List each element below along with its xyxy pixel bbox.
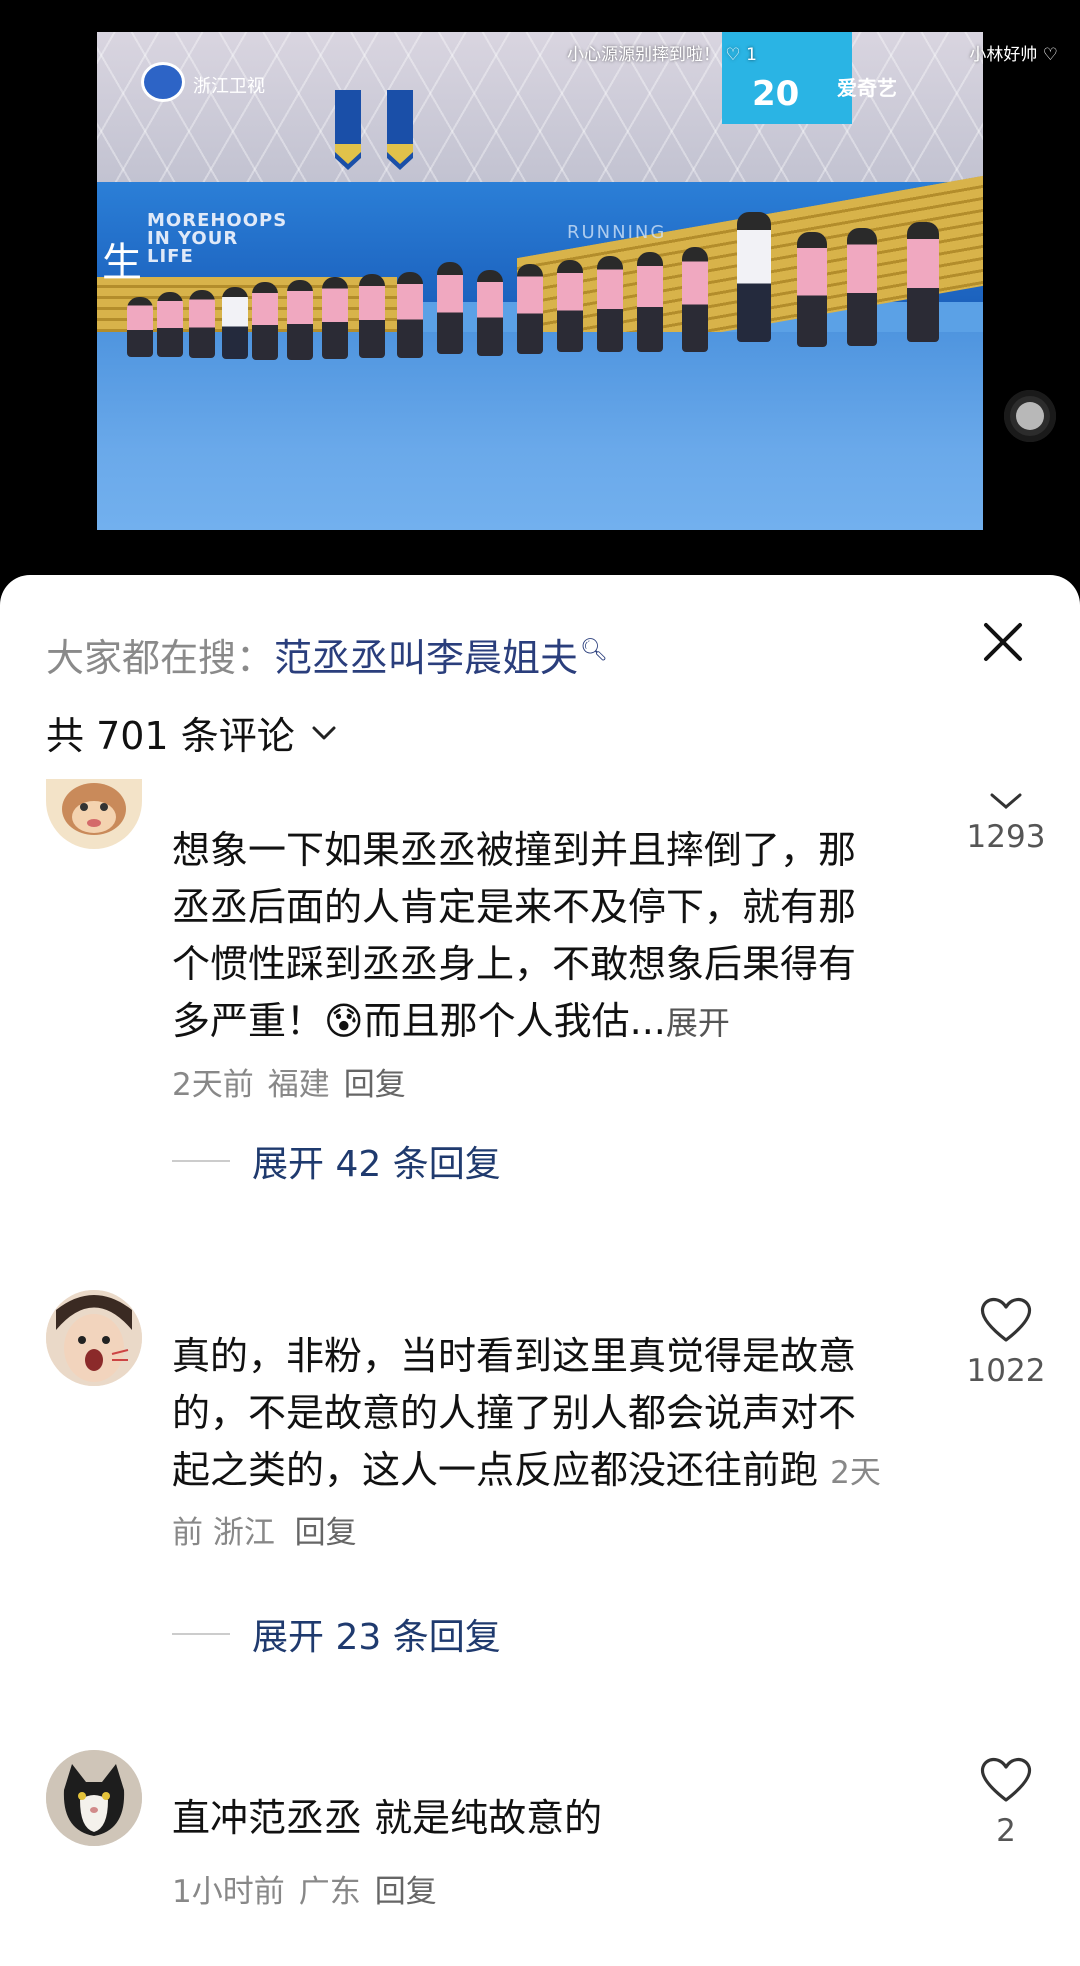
like-button[interactable]: 2 — [958, 1755, 1054, 1849]
reply-button[interactable]: 回复 — [375, 1874, 437, 1910]
heart-icon — [980, 1297, 1032, 1342]
heart-icon — [980, 1757, 1032, 1802]
video-player[interactable]: 20 生 MOREHOOPS IN YOUR LIFE RUNNING 浙江卫视… — [0, 0, 1080, 575]
floating-record-button[interactable] — [1004, 390, 1056, 442]
divider-line — [172, 1160, 230, 1162]
expand-replies-button[interactable]: 展开 42 条回复 — [172, 1135, 501, 1187]
comment-sheet: 大家都在搜：范丞丞叫李晨姐夫🔍︎ 共 701 条评论 1293 想象一下如果丞丞… — [0, 575, 1080, 1966]
cat-avatar-icon — [46, 1750, 142, 1846]
comment-location: 福建 — [267, 1067, 330, 1103]
comment-meta: 1小时前 广东 回复 — [172, 1866, 451, 1911]
wall-word: RUNNING — [567, 222, 667, 243]
avatar[interactable] — [46, 1290, 142, 1386]
video-frame[interactable]: 20 生 MOREHOOPS IN YOUR LIFE RUNNING 浙江卫视… — [97, 32, 983, 530]
comment-count-dropdown[interactable]: 共 701 条评论 — [46, 705, 337, 760]
like-count: 2 — [996, 1813, 1016, 1849]
cry-emoji-icon: 😰 — [324, 999, 364, 1043]
expand-text-button[interactable]: 展开 — [666, 1004, 730, 1042]
trending-search[interactable]: 大家都在搜：范丞丞叫李晨姐夫🔍︎ — [46, 627, 608, 682]
like-count: 1293 — [966, 819, 1046, 855]
dancers-group — [127, 212, 977, 392]
user-face-avatar-icon — [46, 1290, 142, 1386]
monkey-avatar-icon — [62, 783, 126, 835]
like-button[interactable]: 1293 — [958, 789, 1054, 855]
comment-time: 1小时前 — [172, 1874, 285, 1910]
heart-icon — [990, 793, 1022, 809]
comment-text: 真的，非粉，当时看到这里真觉得是故意的，不是故意的人撞了别人都会说声对不起之类的… — [172, 1334, 881, 1551]
channel-logo-icon — [141, 62, 185, 102]
search-icon: 🔍︎ — [580, 638, 608, 664]
reply-button[interactable]: 回复 — [295, 1515, 357, 1551]
hanging-banner — [335, 90, 361, 170]
chevron-down-icon — [312, 726, 336, 739]
video-caption: 小心源源别摔到啦！ ♡ 1 — [567, 45, 757, 65]
avatar[interactable] — [46, 1750, 142, 1846]
channel-logo-text: 浙江卫视 — [193, 76, 265, 97]
like-button[interactable]: 1022 — [958, 1295, 1054, 1389]
expand-replies-label: 展开 42 条回复 — [252, 1144, 501, 1185]
comment-time: 2天前 — [172, 1067, 254, 1103]
reply-button[interactable]: 回复 — [344, 1067, 406, 1103]
comment-location: 浙江 — [212, 1515, 275, 1551]
avatar[interactable] — [46, 779, 142, 849]
comment-location: 广东 — [298, 1874, 361, 1910]
expand-replies-label: 展开 23 条回复 — [252, 1617, 501, 1658]
comment-count-label: 共 701 条评论 — [46, 714, 295, 758]
like-count: 1022 — [966, 1353, 1046, 1389]
video-username: 小林好帅 ♡ — [969, 45, 1058, 65]
trending-search-prefix: 大家都在搜： — [46, 636, 275, 680]
comment-text: 直冲范丞丞 就是纯故意的 — [172, 1796, 603, 1840]
close-icon[interactable] — [978, 617, 1028, 667]
comment-meta: 2天前 福建 回复 — [172, 1059, 420, 1104]
platform-watermark: 爱奇艺 — [837, 76, 897, 100]
hanging-banner — [387, 90, 413, 170]
divider-line — [172, 1633, 230, 1635]
comment-text: 想象一下如果丞丞被撞到并且摔倒了，那丞丞后面的人肯定是来不及停下，就有那个惯性踩… — [172, 828, 857, 1043]
trending-search-query[interactable]: 范丞丞叫李晨姐夫 — [274, 636, 578, 680]
expand-replies-button[interactable]: 展开 23 条回复 — [172, 1608, 501, 1660]
